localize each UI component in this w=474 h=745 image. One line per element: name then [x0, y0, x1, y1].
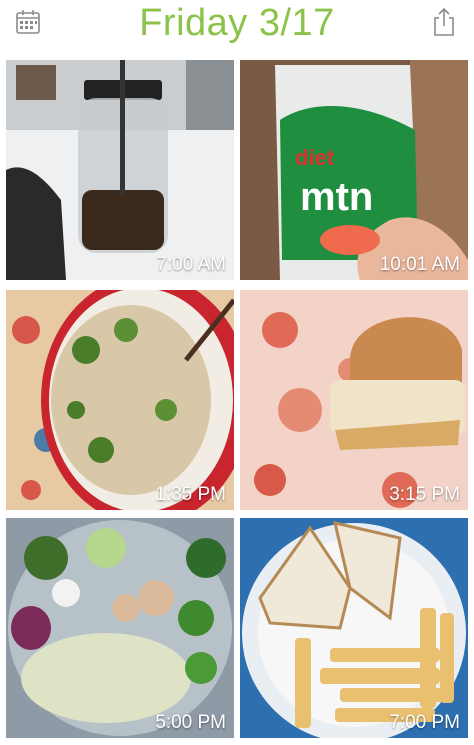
- soda-photo: diet mtn: [240, 60, 468, 280]
- photo-tile-rice[interactable]: 1:35 PM: [6, 290, 234, 510]
- svg-text:mtn: mtn: [300, 175, 373, 219]
- coffee-photo: [6, 60, 234, 280]
- photo-time-label: 10:01 AM: [379, 254, 460, 275]
- photo-time-label: 7:00 AM: [156, 254, 226, 275]
- photo-time-label: 1:35 PM: [155, 484, 226, 505]
- header-bar: Friday 3/17: [0, 0, 474, 52]
- page-title: Friday 3/17: [139, 2, 335, 44]
- photo-time-label: 5:00 PM: [155, 712, 226, 733]
- photo-tile-sandwich[interactable]: 7:00 PM: [240, 518, 468, 738]
- sandwich-photo: [240, 518, 468, 738]
- photo-time-label: 3:15 PM: [389, 484, 460, 505]
- share-icon[interactable]: [428, 6, 460, 38]
- slider-photo: [240, 290, 468, 510]
- photo-tile-slider[interactable]: 3:15 PM: [240, 290, 468, 510]
- svg-text:diet: diet: [295, 145, 335, 170]
- rice-photo: [6, 290, 234, 510]
- salad-photo: [6, 518, 234, 738]
- photo-time-label: 7:00 PM: [389, 712, 460, 733]
- photo-tile-soda[interactable]: diet mtn 10:01 AM: [240, 60, 468, 280]
- photo-tile-coffee[interactable]: 7:00 AM: [6, 60, 234, 280]
- photo-tile-salad[interactable]: 5:00 PM: [6, 518, 234, 738]
